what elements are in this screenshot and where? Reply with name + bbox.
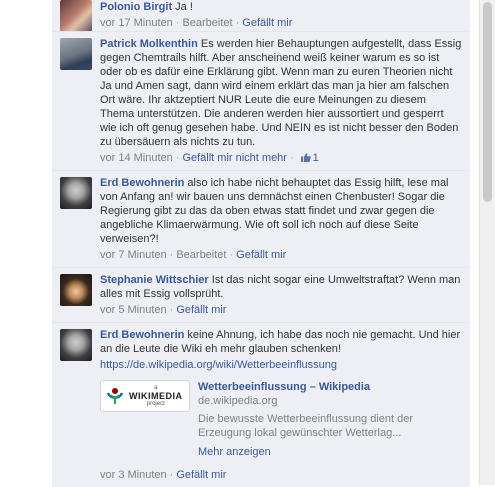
scrollbar-thumb[interactable] — [483, 2, 492, 202]
comment: Erd Bewohnerin also ich habe nicht behau… — [52, 170, 470, 267]
separator: · — [169, 304, 174, 316]
wordmark-name: WIKIMEDIA — [129, 391, 183, 401]
link-preview[interactable]: a WIKIMEDIA project Wetterbeeinflussung … — [100, 380, 462, 464]
comment-text-block: Erd Bewohnerin also ich habe nicht behau… — [100, 176, 462, 246]
link-preview-thumbnail[interactable]: a WIKIMEDIA project — [100, 380, 190, 412]
comment-meta: vor 14 Minuten · Gefällt mir nicht mehr · 1 — [100, 151, 462, 165]
comment-text-block: Polonio Birgit Ja ! — [100, 0, 462, 14]
comment: Erd Bewohnerin keine Ahnung, ich habe da… — [52, 322, 470, 487]
comment-author[interactable]: Erd Bewohnerin — [100, 177, 184, 189]
comment-meta: vor 7 Minuten · Bearbeitet · Gefällt mir — [100, 248, 462, 262]
comment-meta: vor 17 Minuten · Bearbeitet · Gefällt mir — [100, 16, 462, 30]
unlike-link[interactable]: Gefällt mir nicht mehr — [182, 152, 287, 164]
comment-text-block: Patrick Molkenthin Es werden hier Behaup… — [100, 37, 462, 149]
comment-body: Ja ! — [175, 1, 193, 13]
comment-author[interactable]: Polonio Birgit — [100, 1, 172, 13]
link-preview-title[interactable]: Wetterbeeinflussung – Wikipedia — [198, 380, 462, 394]
avatar[interactable] — [60, 38, 92, 70]
like-link[interactable]: Gefällt mir — [176, 469, 226, 481]
separator: · — [235, 17, 240, 29]
comment-timestamp[interactable]: vor 17 Minuten — [100, 17, 173, 29]
link-preview-body: Wetterbeeinflussung – Wikipedia de.wikip… — [198, 380, 462, 464]
separator: · — [229, 249, 234, 261]
wikimedia-wordmark: a WIKIMEDIA project — [129, 384, 183, 408]
scrollbar[interactable] — [479, 0, 495, 485]
comment-text-block: Erd Bewohnerin keine Ahnung, ich habe da… — [100, 328, 462, 372]
separator: · — [289, 152, 294, 164]
comment-author[interactable]: Stephanie Wittschier — [100, 274, 209, 286]
avatar[interactable] — [60, 177, 92, 209]
wordmark-suffix: project — [146, 401, 165, 407]
avatar[interactable] — [60, 0, 92, 32]
separator: · — [175, 17, 180, 29]
comment-text-block: Stephanie Wittschier Ist das nicht sogar… — [100, 273, 462, 301]
separator: · — [169, 469, 174, 481]
comment-thread: Polonio Birgit Ja ! vor 17 Minuten · Bearb… — [52, 0, 470, 487]
edited-label[interactable]: Bearbeitet — [176, 249, 226, 261]
like-link[interactable]: Gefällt mir — [242, 17, 292, 29]
comment-timestamp[interactable]: vor 7 Minuten — [100, 249, 167, 261]
edited-label[interactable]: Bearbeitet — [182, 17, 232, 29]
comment-author[interactable]: Patrick Molkenthin — [100, 38, 198, 50]
comment-timestamp[interactable]: vor 3 Minuten — [100, 469, 167, 481]
thumbs-up-icon[interactable] — [300, 153, 311, 162]
comment-body: Es werden hier Behauptungen aufgestellt,… — [100, 38, 462, 148]
separator: · — [175, 152, 180, 164]
comment-author[interactable]: Erd Bewohnerin — [100, 329, 184, 341]
comment: Patrick Molkenthin Es werden hier Behaup… — [52, 31, 470, 170]
comment-meta: vor 3 Minuten · Gefällt mir — [100, 468, 462, 482]
avatar[interactable] — [60, 274, 92, 306]
comment-meta: vor 5 Minuten · Gefällt mir — [100, 303, 462, 317]
separator: · — [169, 249, 174, 261]
avatar[interactable] — [60, 329, 92, 361]
show-more-link[interactable]: Mehr anzeigen — [198, 446, 462, 458]
comment: Polonio Birgit Ja ! vor 17 Minuten · Bearb… — [52, 0, 470, 32]
like-link[interactable]: Gefällt mir — [176, 304, 226, 316]
like-count[interactable]: 1 — [313, 152, 319, 164]
link-preview-domain: de.wikipedia.org — [198, 395, 278, 407]
comment-timestamp[interactable]: vor 5 Minuten — [100, 304, 167, 316]
comment: Stephanie Wittschier Ist das nicht sogar… — [52, 267, 470, 322]
shared-url-link[interactable]: https://de.wikipedia.org/wiki/Wetterbeei… — [100, 358, 462, 372]
like-link[interactable]: Gefällt mir — [236, 249, 286, 261]
link-preview-description: Die bewusste Wetterbeeinflussung dient d… — [198, 413, 414, 439]
comment-timestamp[interactable]: vor 14 Minuten — [100, 152, 173, 164]
wikimedia-logo-icon — [106, 388, 124, 404]
